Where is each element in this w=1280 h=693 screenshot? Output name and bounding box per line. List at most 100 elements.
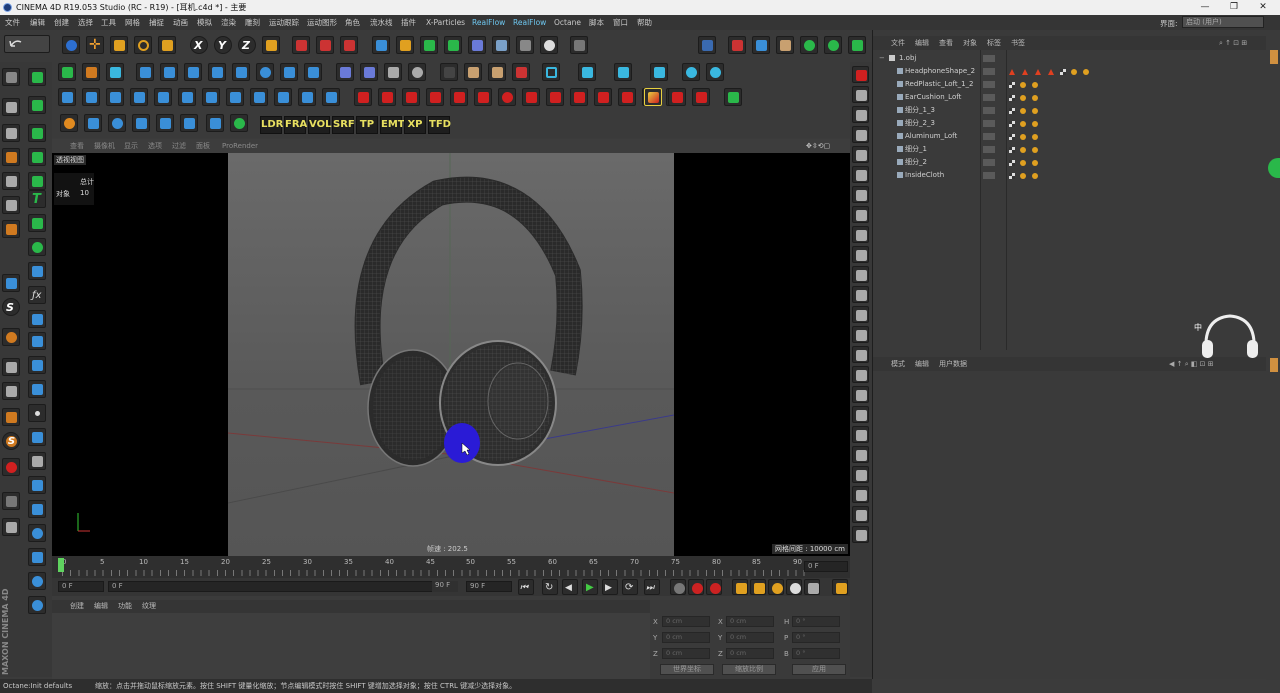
rv-7-button[interactable] [852, 186, 869, 203]
plugin-r3-1-button[interactable] [60, 114, 78, 132]
y-axis-button[interactable]: Y [214, 36, 232, 54]
make-editable-button[interactable] [2, 68, 20, 86]
om-menu-edit[interactable]: 编辑 [915, 36, 929, 50]
color-balls-button[interactable] [2, 458, 20, 476]
coord-x-size[interactable]: 0 cm [726, 616, 774, 627]
rv-9-button[interactable] [852, 226, 869, 243]
plugin-cage-button[interactable] [512, 63, 530, 81]
menu-xparticles[interactable]: X-Particles [426, 15, 465, 30]
plugin-record-button[interactable] [408, 63, 426, 81]
tags-icons[interactable] [1008, 133, 1038, 140]
object-name[interactable]: 细分_2_3 [905, 117, 935, 130]
plugin-r2-2-button[interactable] [82, 88, 100, 106]
om-menu-bookmarks[interactable]: 书签 [1011, 36, 1025, 50]
coord-y-position[interactable]: 0 cm [662, 632, 710, 643]
object-row[interactable]: 细分_1_3 [873, 104, 1263, 117]
rv-2-button[interactable] [852, 86, 869, 103]
plugin-house-button[interactable] [58, 63, 76, 81]
key-pla-button[interactable] [804, 579, 820, 595]
object-name[interactable]: InsideCloth [905, 169, 944, 182]
viewport-menu-panel[interactable]: 面板 [196, 139, 210, 153]
pen-button[interactable] [396, 36, 414, 54]
fra-button[interactable]: FRA [284, 116, 307, 134]
om-menu-view[interactable]: 查看 [939, 36, 953, 50]
menu-help[interactable]: 帮助 [637, 15, 652, 30]
plugin-shape-button[interactable] [336, 63, 354, 81]
plugin-r3-3-button[interactable] [108, 114, 126, 132]
scatter-tool-button[interactable] [28, 428, 46, 446]
frame-button[interactable] [28, 332, 46, 350]
menu-snap[interactable]: 捕捉 [149, 15, 164, 30]
rv-24-button[interactable] [852, 526, 869, 543]
rv-12-button[interactable] [852, 286, 869, 303]
rv-20-button[interactable] [852, 446, 869, 463]
play-button[interactable]: ▶ [582, 579, 598, 595]
visibility-dots[interactable] [983, 146, 995, 153]
rv-6-button[interactable] [852, 166, 869, 183]
object-mode-button[interactable] [2, 98, 20, 116]
dot-button[interactable] [28, 404, 46, 422]
checkerboard-button[interactable] [2, 492, 20, 510]
menu-pipeline[interactable]: 流水线 [370, 15, 393, 30]
visibility-dots[interactable] [983, 120, 995, 127]
s-orange-button[interactable]: S [2, 432, 20, 450]
chain-button[interactable] [28, 380, 46, 398]
plugin-morph-button[interactable] [488, 63, 506, 81]
plugin-star-button[interactable] [304, 63, 322, 81]
step-button[interactable] [28, 310, 46, 328]
w-button[interactable] [28, 356, 46, 374]
menu-octane[interactable]: Octane [554, 15, 581, 30]
plugin-r2-21-button[interactable] [546, 88, 564, 106]
bubbles-button[interactable] [28, 524, 46, 542]
tags-icons[interactable] [1008, 107, 1038, 114]
coord-mode-dropdown[interactable]: 世界坐标 [660, 664, 714, 675]
plugin-r3-8-button[interactable] [230, 114, 248, 132]
light-button[interactable] [540, 36, 558, 54]
sync-button[interactable] [28, 452, 46, 470]
text-tool-button[interactable]: T [28, 190, 46, 208]
timeline-window-button[interactable] [832, 579, 848, 595]
viewport-scene[interactable] [227, 153, 675, 556]
plugin-r2-4-button[interactable] [130, 88, 148, 106]
visibility-dots[interactable] [983, 68, 995, 75]
edges-mode-button[interactable] [28, 148, 46, 166]
points-mode-button[interactable] [28, 124, 46, 142]
recent-tool-button[interactable] [158, 36, 176, 54]
material-menu-edit[interactable]: 编辑 [94, 600, 108, 613]
rv-17-button[interactable] [852, 386, 869, 403]
plugin-r2-12-button[interactable] [322, 88, 340, 106]
undo-button[interactable] [4, 35, 50, 53]
plugin-r2-10-button[interactable] [274, 88, 292, 106]
plugin-r2-7-button[interactable] [202, 88, 220, 106]
menu-plugins[interactable]: 插件 [401, 15, 416, 30]
object-row[interactable]: InsideCloth [873, 169, 1263, 182]
rv-16-button[interactable] [852, 366, 869, 383]
rotate-button[interactable] [134, 36, 152, 54]
coord-y-size[interactable]: 0 cm [726, 632, 774, 643]
xp-system-button[interactable] [728, 36, 746, 54]
object-name[interactable]: EarCushion_Loft [905, 91, 961, 104]
menu-file[interactable]: 文件 [5, 15, 20, 30]
plugin-r3-2-button[interactable] [84, 114, 102, 132]
rv-22-button[interactable] [852, 486, 869, 503]
menu-tools[interactable]: 工具 [101, 15, 116, 30]
rv-5-button[interactable] [852, 146, 869, 163]
sculpt-button[interactable] [2, 382, 20, 400]
model-mode-button[interactable] [28, 68, 46, 86]
globe-button[interactable] [28, 596, 46, 614]
key-param-button[interactable] [786, 579, 802, 595]
om-menu-tags[interactable]: 标签 [987, 36, 1001, 50]
ldr-button[interactable]: LDR [260, 116, 283, 134]
record-key-button[interactable] [688, 579, 704, 595]
plugin-r2-29-button[interactable] [644, 88, 662, 106]
plugin-r2-15-button[interactable] [402, 88, 420, 106]
interface-dropdown[interactable]: 启动 (用户) [1182, 16, 1264, 28]
vol-button[interactable]: VOL [308, 116, 331, 134]
axis-mode-button[interactable] [2, 172, 20, 190]
rv-8-button[interactable] [852, 206, 869, 223]
auto-key-button[interactable] [706, 579, 722, 595]
plugin-r2-22-button[interactable] [570, 88, 588, 106]
plugin-r2-9-button[interactable] [250, 88, 268, 106]
rv-10-button[interactable] [852, 246, 869, 263]
attr-menu-mode[interactable]: 模式 [891, 357, 905, 371]
